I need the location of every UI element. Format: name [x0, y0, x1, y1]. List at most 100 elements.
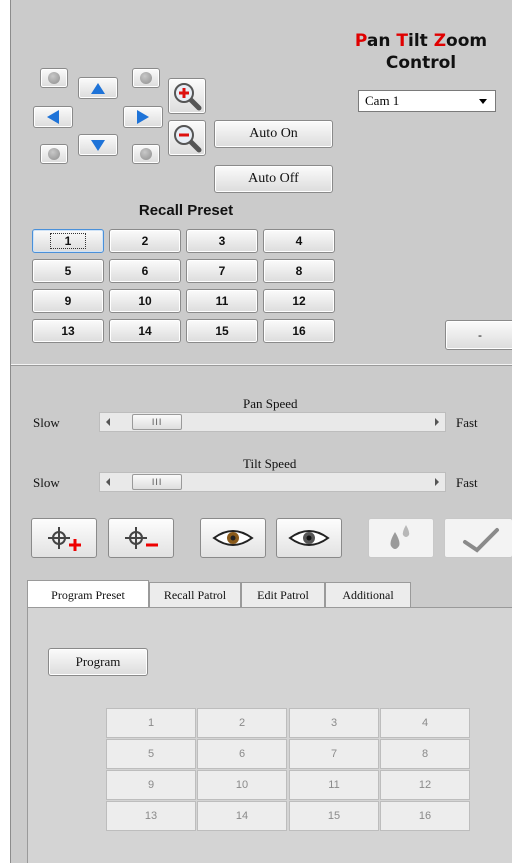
recall-preset-button[interactable]: 3 — [186, 229, 258, 253]
recall-preset-button[interactable]: 5 — [32, 259, 104, 283]
recall-preset-button[interactable]: 16 — [263, 319, 335, 343]
recall-preset-button[interactable]: 4 — [263, 229, 335, 253]
program-preset-cell[interactable]: 11 — [289, 770, 379, 800]
wiper-button[interactable] — [444, 518, 512, 558]
tab-recall-patrol[interactable]: Recall Patrol — [149, 582, 241, 607]
dot-icon — [140, 148, 152, 160]
tilt-up-button[interactable] — [78, 77, 118, 99]
recall-preset-button[interactable]: 13 — [32, 319, 104, 343]
pan-speed-slider[interactable]: III — [99, 412, 446, 432]
recall-preset-button[interactable]: 6 — [109, 259, 181, 283]
program-preset-number: 12 — [418, 779, 432, 791]
program-preset-number: 4 — [421, 717, 429, 729]
program-preset-cell[interactable]: 16 — [380, 801, 470, 831]
tab-edit-patrol[interactable]: Edit Patrol — [241, 582, 325, 607]
program-preset-cell[interactable]: 12 — [380, 770, 470, 800]
tilt-down-button[interactable] — [78, 134, 118, 156]
program-preset-number: 2 — [238, 717, 246, 729]
recall-preset-button[interactable]: 1 — [32, 229, 104, 253]
pan-left-button[interactable] — [33, 106, 73, 128]
program-preset-number: 5 — [147, 748, 155, 760]
crosshair-remove-button[interactable] — [108, 518, 174, 558]
recall-preset-button[interactable]: 11 — [186, 289, 258, 313]
recall-preset-button[interactable]: 14 — [109, 319, 181, 343]
dot-icon — [48, 72, 60, 84]
recall-preset-button[interactable]: 7 — [186, 259, 258, 283]
eye-brown-button[interactable] — [200, 518, 266, 558]
tilt-speed-thumb[interactable]: III — [132, 474, 183, 490]
program-preset-cell[interactable]: 1 — [106, 708, 196, 738]
program-preset-number: 13 — [144, 810, 158, 822]
auto-off-button[interactable]: Auto Off — [214, 165, 333, 193]
program-preset-panel: Program 1 2 3 4 5 6 7 8 9 10 11 12 13 14 15 16 — [27, 607, 512, 863]
title-word-pan: an — [366, 31, 397, 51]
program-preset-cell[interactable]: 14 — [197, 801, 287, 831]
program-preset-cell[interactable]: 10 — [197, 770, 287, 800]
eye-dark-button[interactable] — [276, 518, 342, 558]
tab-program-preset[interactable]: Program Preset — [27, 580, 149, 607]
minus-button[interactable]: - — [445, 320, 512, 350]
zoom-out-button[interactable] — [168, 120, 206, 156]
program-preset-cell[interactable]: 9 — [106, 770, 196, 800]
program-preset-cell[interactable]: 13 — [106, 801, 196, 831]
program-preset-number: 7 — [330, 748, 338, 760]
title-letter-p: P — [354, 31, 367, 51]
camera-select[interactable]: Cam 1 — [358, 90, 496, 112]
recall-preset-button[interactable]: 12 — [263, 289, 335, 313]
program-preset-cell[interactable]: 7 — [289, 739, 379, 769]
zoom-in-icon — [174, 83, 202, 111]
tab-additional[interactable]: Additional — [325, 582, 411, 607]
pan-up-right-button[interactable] — [132, 68, 160, 88]
crosshair-add-button[interactable] — [31, 518, 97, 558]
program-preset-cell[interactable]: 3 — [289, 708, 379, 738]
recall-preset-number: 7 — [218, 264, 226, 278]
program-preset-number: 1 — [147, 717, 155, 729]
scroll-left-icon — [106, 418, 110, 426]
pan-up-left-button[interactable] — [40, 68, 68, 88]
recall-preset-number: 3 — [218, 234, 226, 248]
recall-preset-number: 8 — [295, 264, 303, 278]
recall-preset-number: 10 — [138, 294, 152, 308]
title-word-tilt: ilt — [408, 31, 434, 51]
recall-preset-button[interactable]: 9 — [32, 289, 104, 313]
recall-preset-button[interactable]: 2 — [109, 229, 181, 253]
panel-title: Pan Tilt Zoom Control — [341, 30, 501, 74]
program-preset-cell[interactable]: 15 — [289, 801, 379, 831]
tilt-speed-slider[interactable]: III — [99, 472, 446, 492]
recall-preset-number: 1 — [49, 233, 87, 249]
program-button[interactable]: Program — [48, 648, 148, 676]
program-preset-number: 11 — [328, 779, 340, 791]
recall-preset-number: 2 — [141, 234, 149, 248]
zoom-in-button[interactable] — [168, 78, 206, 114]
program-preset-cell[interactable]: 8 — [380, 739, 470, 769]
thumb-grip: III — [151, 417, 163, 427]
auto-off-label: Auto Off — [248, 171, 299, 186]
pan-right-button[interactable] — [123, 106, 163, 128]
program-preset-cell[interactable]: 5 — [106, 739, 196, 769]
arrow-left-icon — [47, 110, 59, 124]
recall-preset-number: 4 — [295, 234, 303, 248]
pan-down-right-button[interactable] — [132, 144, 160, 164]
scroll-right-icon — [435, 478, 439, 486]
pan-speed-thumb[interactable]: III — [132, 414, 183, 430]
tilt-speed-label: Tilt Speed — [243, 456, 297, 471]
title-word-zoom: oom — [446, 31, 488, 51]
drops-button[interactable] — [368, 518, 434, 558]
auto-on-button[interactable]: Auto On — [214, 120, 333, 148]
pan-down-left-button[interactable] — [40, 144, 68, 164]
program-preset-cell[interactable]: 6 — [197, 739, 287, 769]
recall-preset-button[interactable]: 8 — [263, 259, 335, 283]
crosshair-plus-icon — [48, 527, 81, 551]
minus-label: - — [478, 328, 482, 342]
tilt-slow-label: Slow — [33, 475, 60, 490]
recall-preset-button[interactable]: 10 — [109, 289, 181, 313]
program-preset-number: 15 — [327, 810, 341, 822]
recall-preset-heading: Recall Preset — [138, 202, 234, 219]
title-letter-t: T — [396, 31, 408, 51]
program-preset-cell[interactable]: 4 — [380, 708, 470, 738]
dot-icon — [140, 72, 152, 84]
recall-preset-number: 12 — [292, 294, 306, 308]
program-preset-cell[interactable]: 2 — [197, 708, 287, 738]
recall-preset-button[interactable]: 15 — [186, 319, 258, 343]
recall-preset-number: 5 — [64, 264, 72, 278]
